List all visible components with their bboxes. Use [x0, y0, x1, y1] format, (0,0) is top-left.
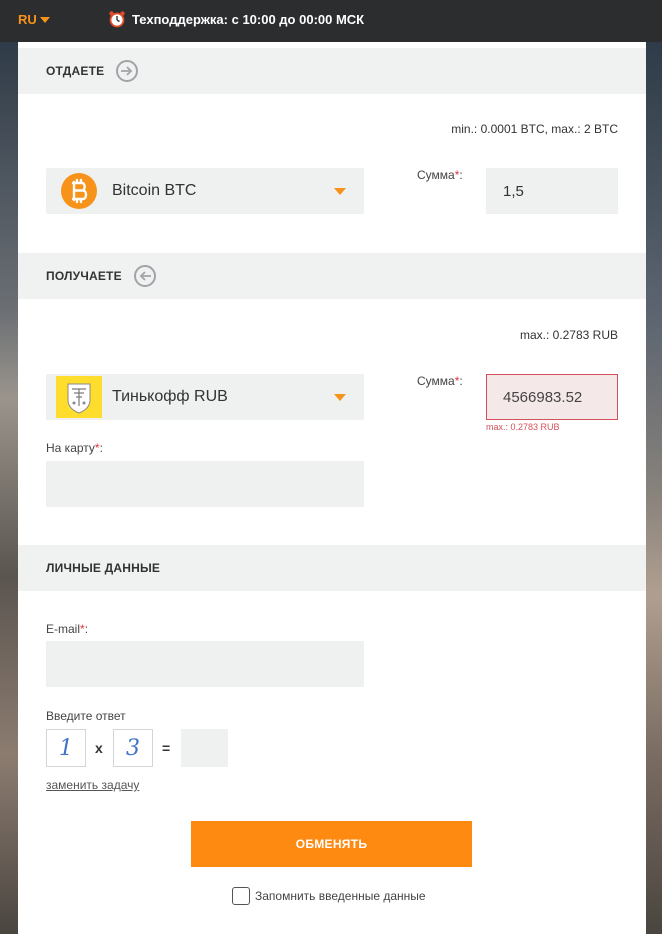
captcha-digit-a: 1 — [46, 729, 86, 767]
captcha-answer-input[interactable] — [181, 729, 228, 767]
give-currency-label: Bitcoin BTC — [112, 182, 197, 199]
exchange-form: ОТДАЕТЕ min.: 0.0001 BTC, max.: 2 BTC Bi… — [18, 42, 646, 934]
receive-sum-label: Сумма*: — [417, 374, 463, 388]
receive-limits: max.: 0.2783 RUB — [519, 328, 618, 342]
section-give-title: ОТДАЕТЕ — [46, 64, 105, 78]
remember-label: Запомнить введенные данные — [255, 889, 426, 903]
bitcoin-icon — [61, 173, 97, 209]
language-code: RU — [18, 12, 37, 27]
arrow-right-icon — [116, 60, 139, 82]
top-bar: RU Техподдержка: с 10:00 до 00:00 МСК — [0, 0, 662, 42]
background-right — [646, 42, 662, 934]
section-receive-title: ПОЛУЧАЕТЕ — [46, 269, 122, 283]
chevron-down-icon — [334, 394, 346, 401]
captcha-operator: x — [95, 740, 103, 756]
remember-data[interactable]: Запомнить введенные данные — [232, 887, 426, 905]
language-selector[interactable]: RU — [18, 12, 50, 27]
give-sum-label: Сумма*: — [417, 168, 463, 182]
email-label: E-mail*: — [46, 622, 89, 636]
background-left — [0, 42, 18, 934]
arrow-left-icon — [133, 265, 156, 287]
exchange-button[interactable]: ОБМЕНЯТЬ — [191, 821, 472, 867]
captcha-equals: = — [162, 740, 171, 756]
give-sum-input[interactable] — [486, 168, 618, 214]
card-label: На карту*: — [46, 441, 103, 455]
chevron-down-icon — [334, 188, 346, 195]
section-personal-header: ЛИЧНЫЕ ДАННЫЕ — [18, 545, 646, 591]
receive-currency-label: Тинькофф RUB — [112, 388, 228, 405]
remember-checkbox[interactable] — [232, 887, 250, 905]
support-text: Техподдержка: с 10:00 до 00:00 МСК — [132, 11, 365, 27]
receive-currency-select[interactable]: Тинькофф RUB — [46, 374, 364, 420]
receive-sum-error: max.: 0.2783 RUB — [486, 422, 560, 432]
captcha-label: Введите ответ — [46, 709, 126, 723]
give-limits: min.: 0.0001 BTC, max.: 2 BTC — [451, 122, 618, 136]
email-field[interactable] — [46, 641, 364, 687]
section-personal-title: ЛИЧНЫЕ ДАННЫЕ — [46, 561, 161, 575]
captcha-digit-b: 3 — [113, 729, 153, 767]
tinkoff-logo-icon — [56, 376, 102, 418]
change-task-link[interactable]: заменить задачу — [46, 778, 139, 792]
receive-sum-input[interactable] — [486, 374, 618, 420]
give-currency-select[interactable]: Bitcoin BTC — [46, 168, 364, 214]
card-number-input[interactable] — [46, 461, 364, 507]
chevron-down-icon — [39, 16, 50, 23]
support-hours: Техподдержка: с 10:00 до 00:00 МСК — [108, 10, 364, 28]
section-give-header: ОТДАЕТЕ — [18, 48, 646, 94]
alarm-clock-icon — [109, 11, 125, 28]
section-receive-header: ПОЛУЧАЕТЕ — [18, 253, 646, 299]
